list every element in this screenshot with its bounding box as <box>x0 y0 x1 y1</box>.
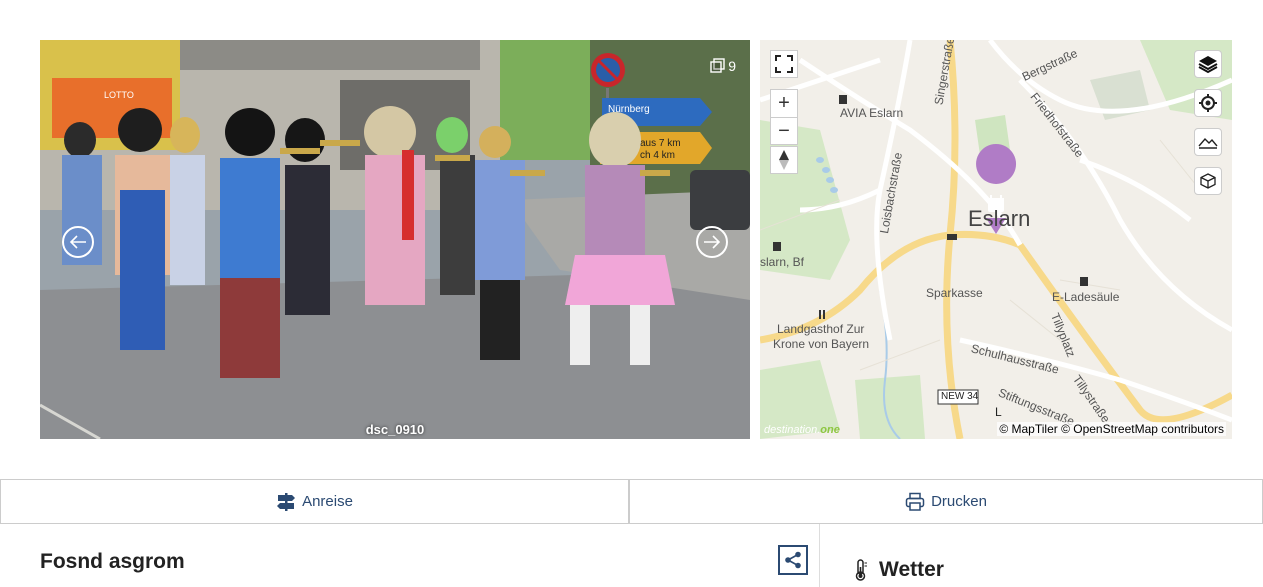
gallery-prev-button[interactable] <box>62 226 94 258</box>
map-town-label: Eslarn <box>968 206 1031 231</box>
gallery-count: 9 <box>728 58 736 74</box>
locate-icon <box>1199 94 1217 112</box>
weather-title: Wetter <box>879 558 944 581</box>
map-label-landgasthof-2: Krone von Bayern <box>773 337 870 351</box>
map-locate-button[interactable] <box>1194 89 1222 117</box>
layers-icon <box>1198 56 1218 74</box>
map-fullscreen-button[interactable] <box>770 50 798 78</box>
map-zoom-out-button[interactable]: − <box>770 117 798 145</box>
arrival-label: Anreise <box>302 493 353 510</box>
map-logo-main: destination. <box>764 424 821 436</box>
share-button[interactable] <box>778 545 808 575</box>
map-road-shield: NEW 34 <box>941 391 979 402</box>
map-label-sparkasse: Sparkasse <box>926 286 983 300</box>
copy-stack-icon <box>710 58 725 73</box>
map-layers-button[interactable] <box>1194 50 1222 78</box>
map-label-bf: slarn, Bf <box>760 255 805 269</box>
image-gallery[interactable]: LOTTO Nürnberg aus 7 km ch 4 km 9 dsc_09… <box>40 40 750 439</box>
event-title: Fosnd asgrom <box>40 550 185 573</box>
map-logo-accent: one <box>820 424 840 436</box>
print-label: Drucken <box>931 493 987 510</box>
arrow-left-icon <box>69 235 86 249</box>
thermometer-icon <box>853 559 869 586</box>
map-label-l: L <box>995 405 1002 419</box>
map-zoom-in-button[interactable]: + <box>770 89 798 117</box>
column-divider <box>819 524 820 587</box>
gallery-next-button[interactable] <box>696 226 728 258</box>
signpost-icon <box>277 492 296 511</box>
svg-text:LOTTO: LOTTO <box>104 90 134 100</box>
svg-text:ch 4 km: ch 4 km <box>640 150 675 161</box>
arrow-right-icon <box>704 235 721 249</box>
gallery-photo: LOTTO Nürnberg aus 7 km ch 4 km <box>40 40 750 439</box>
compass-icon <box>779 150 789 170</box>
map[interactable]: AVIA Eslarn Sparkasse E-Ladesäule slarn,… <box>760 40 1232 439</box>
map-canvas <box>760 40 1232 439</box>
gallery-caption: dsc_0910 <box>365 422 425 437</box>
cube-icon <box>1200 173 1216 189</box>
share-icon <box>785 551 801 569</box>
map-compass-button[interactable] <box>770 146 798 174</box>
gallery-count-badge: 9 <box>710 58 736 74</box>
map-label-landgasthof-1: Landgasthof Zur <box>777 322 865 336</box>
svg-text:aus 7 km: aus 7 km <box>640 138 681 149</box>
map-terrain-button[interactable] <box>1194 128 1222 156</box>
printer-icon <box>905 492 925 511</box>
map-label-avia: AVIA Eslarn <box>840 106 904 120</box>
map-provider-logo: destination.one <box>764 424 840 436</box>
print-button[interactable]: Drucken <box>629 479 1263 524</box>
fullscreen-icon <box>775 55 793 73</box>
arrival-button[interactable]: Anreise <box>0 479 629 524</box>
map-label-e-ladesaeule: E-Ladesäule <box>1052 290 1120 304</box>
terrain-icon <box>1198 137 1218 149</box>
map-attribution[interactable]: © MapTiler © OpenStreetMap contributors <box>997 422 1226 436</box>
map-3d-button[interactable] <box>1194 167 1222 195</box>
